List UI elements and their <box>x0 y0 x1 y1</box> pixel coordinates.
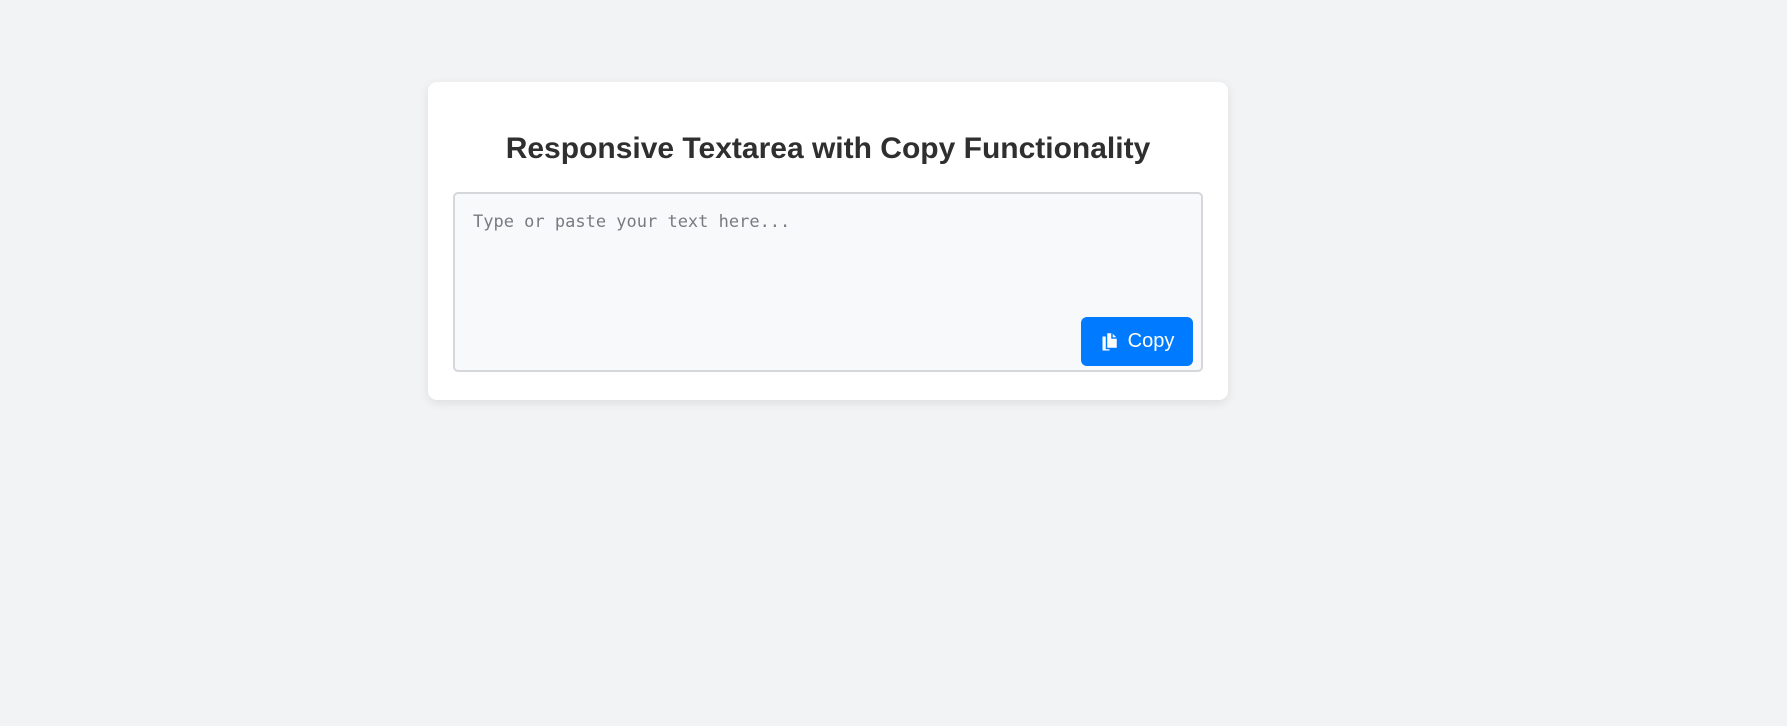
copy-button[interactable]: Copy <box>1081 317 1193 366</box>
editor-container: Copy <box>453 192 1203 372</box>
copy-button-label: Copy <box>1127 330 1175 352</box>
page-title: Responsive Textarea with Copy Functional… <box>505 132 1151 165</box>
copy-icon <box>1100 331 1120 353</box>
main-card: Responsive Textarea with Copy Functional… <box>428 82 1228 400</box>
